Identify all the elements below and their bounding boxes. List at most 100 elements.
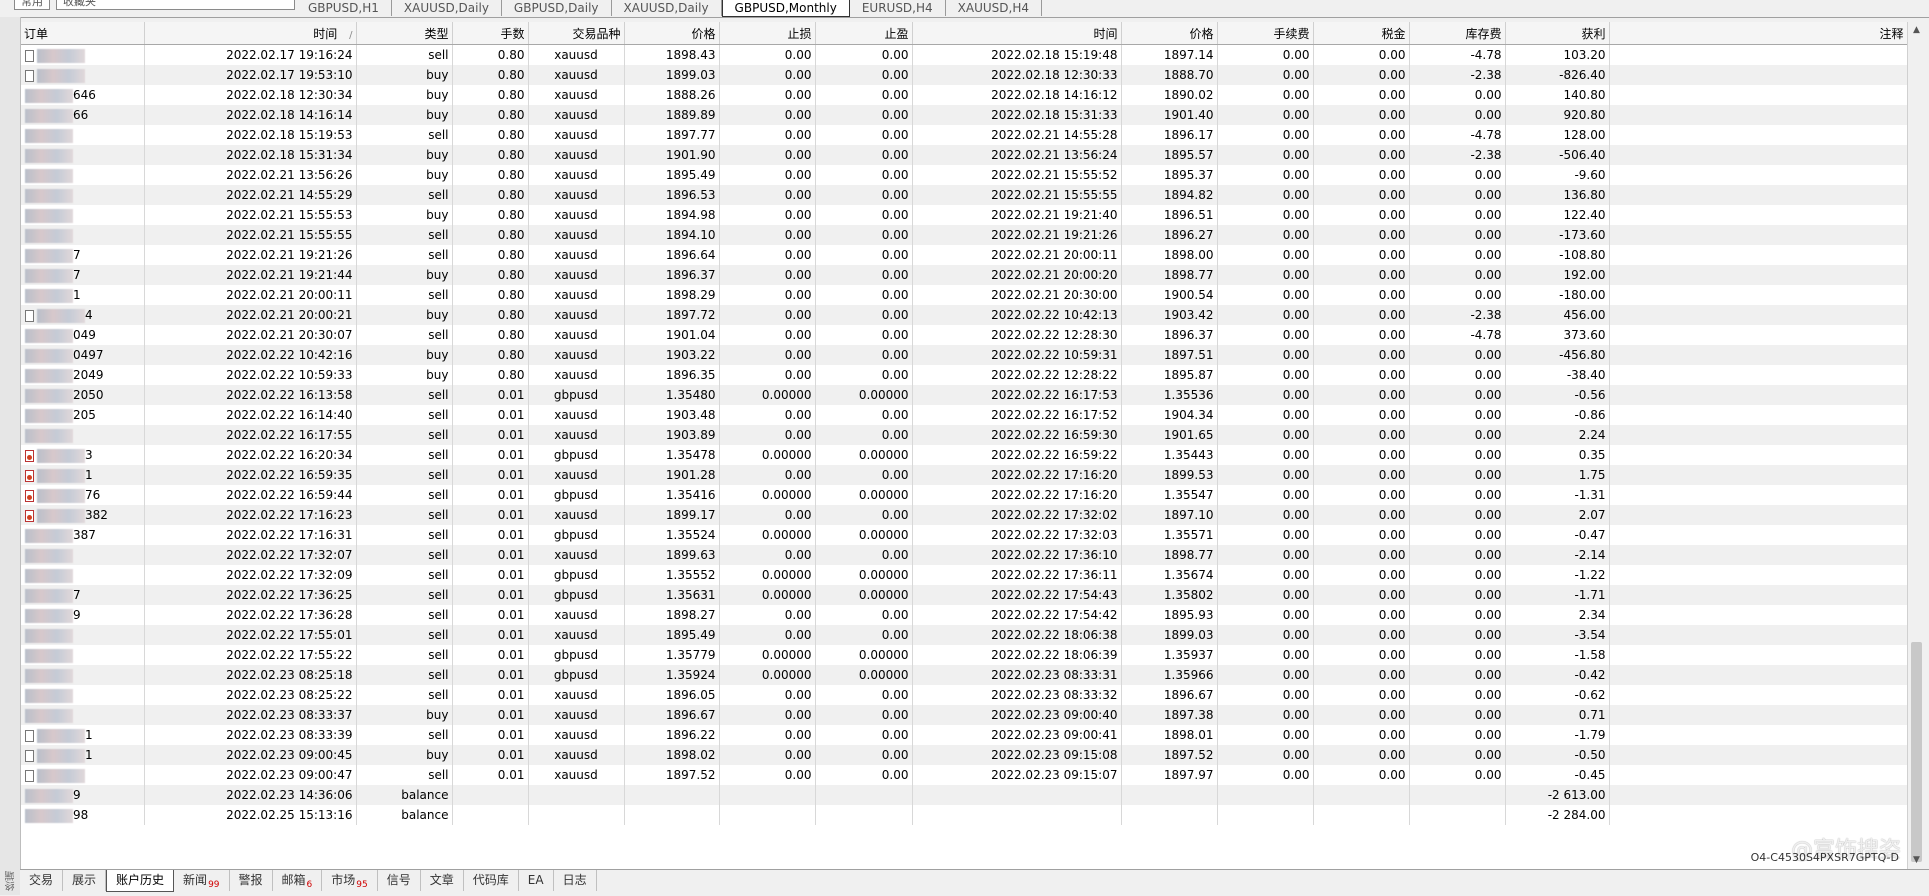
table-row[interactable]: 2050 2022.02.22 16:13:58 sell 0.01 gbpusd 1.3… xyxy=(21,385,1907,405)
table-row[interactable]: 2022.02.22 17:32:07 sell 0.01 xauusd 1899.63… xyxy=(21,545,1907,565)
vertical-scrollbar[interactable]: ▲ ▼ xyxy=(1907,22,1925,869)
col-stop-loss[interactable]: 止损 xyxy=(719,22,816,45)
chart-tab[interactable]: XAUUSD,Daily xyxy=(392,0,502,16)
col-taxes[interactable]: 税金 xyxy=(1313,22,1410,45)
lots-cell: 0.80 xyxy=(452,345,529,365)
table-row[interactable]: 1 2022.02.22 16:59:35 sell 0.01 xauusd 1901.2… xyxy=(21,465,1907,485)
col-symbol[interactable]: 交易品种 xyxy=(528,22,625,45)
redacted-order-number xyxy=(37,488,85,503)
col-open-time[interactable]: 时间 / xyxy=(144,22,357,45)
price-cell: 1897.52 xyxy=(624,765,720,785)
chart-tab[interactable]: GBPUSD,Daily xyxy=(502,0,612,16)
table-row[interactable]: 2022.02.22 16:17:55 sell 0.01 xauusd 1903.89… xyxy=(21,425,1907,445)
bottom-tab[interactable]: 文章 xyxy=(421,870,464,891)
price-cell: 1894.98 xyxy=(624,205,720,225)
bottom-tab[interactable]: 代码库 xyxy=(464,870,519,891)
col-close-price[interactable]: 价格 xyxy=(1121,22,1218,45)
col-close-time[interactable]: 时间 xyxy=(912,22,1122,45)
bottom-tab[interactable]: 交易 xyxy=(20,870,64,891)
table-row[interactable]: 7 2022.02.21 19:21:44 buy 0.80 xauusd 1896.37… xyxy=(21,265,1907,285)
bottom-tab[interactable]: 账户历史 xyxy=(106,870,175,892)
table-row[interactable]: 9 2022.02.22 17:36:28 sell 0.01 xauusd 1898.2… xyxy=(21,605,1907,625)
table-row[interactable]: 387 2022.02.22 17:16:31 sell 0.01 gbpusd 1.35… xyxy=(21,525,1907,545)
table-row[interactable]: 4 2022.02.21 20:00:21 buy 0.80 xauusd 1897.72… xyxy=(21,305,1907,325)
stop-loss-cell: 0.00 xyxy=(719,545,816,565)
col-lots[interactable]: 手数 xyxy=(452,22,529,45)
close-price-cell: 1896.67 xyxy=(1121,685,1218,705)
table-row[interactable]: 2022.02.18 15:19:53 sell 0.80 xauusd 1897.77… xyxy=(21,125,1907,145)
table-row[interactable]: 2022.02.22 17:55:01 sell 0.01 xauusd 1895.49… xyxy=(21,625,1907,645)
col-order[interactable]: 订单 xyxy=(21,22,145,45)
bottom-tab[interactable]: 展示 xyxy=(63,870,107,891)
close-price-cell: 1894.82 xyxy=(1121,185,1218,205)
scroll-down-icon[interactable]: ▼ xyxy=(1908,852,1925,869)
chart-tab[interactable]: EURUSD,H4 xyxy=(850,0,946,16)
bottom-tab[interactable]: 警报 xyxy=(230,870,273,891)
table-row[interactable]: 76 2022.02.22 16:59:44 sell 0.01 gbpusd 1.354… xyxy=(21,485,1907,505)
symbol-cell: xauusd xyxy=(528,105,625,125)
col-take-profit[interactable]: 止盈 xyxy=(815,22,913,45)
table-row[interactable]: 7 2022.02.22 17:36:25 sell 0.01 gbpusd 1.3563… xyxy=(21,585,1907,605)
table-row[interactable]: 1 2022.02.23 09:00:45 buy 0.01 xauusd 1898.02… xyxy=(21,745,1907,765)
table-row[interactable]: 98 2022.02.25 15:13:16 balance -2 284.00 xyxy=(21,805,1907,825)
table-row[interactable]: 2022.02.23 08:25:22 sell 0.01 xauusd 1896.05… xyxy=(21,685,1907,705)
table-row[interactable]: 2022.02.21 15:55:55 sell 0.80 xauusd 1894.10… xyxy=(21,225,1907,245)
bottom-tab[interactable]: 信号 xyxy=(378,870,421,891)
table-row[interactable]: 9 2022.02.23 14:36:06 balance -2 613.00 xyxy=(21,785,1907,805)
close-price-cell: 1888.70 xyxy=(1121,65,1218,85)
stop-loss-cell: 0.00 xyxy=(719,725,816,745)
table-row[interactable]: 0497 2022.02.22 10:42:16 buy 0.80 xauusd 1903… xyxy=(21,345,1907,365)
table-row[interactable]: 2022.02.17 19:16:24 sell 0.80 xauusd 1898.43… xyxy=(21,44,1907,65)
table-row[interactable]: 2022.02.23 09:00:47 sell 0.01 xauusd 1897.52… xyxy=(21,765,1907,785)
col-price[interactable]: 价格 xyxy=(624,22,720,45)
scroll-up-icon[interactable]: ▲ xyxy=(1908,22,1925,39)
bottom-tab-label: 邮箱 xyxy=(281,873,306,887)
table-row[interactable]: 2022.02.21 15:55:53 buy 0.80 xauusd 1894.98 0… xyxy=(21,205,1907,225)
bottom-tab[interactable]: 日志 xyxy=(554,870,597,891)
taxes-cell: 0.00 xyxy=(1313,65,1410,85)
table-row[interactable]: 2022.02.21 13:56:26 buy 0.80 xauusd 1895.49 0… xyxy=(21,165,1907,185)
bottom-tab[interactable]: EA xyxy=(519,870,554,891)
table-row[interactable]: 382 2022.02.22 17:16:23 sell 0.01 xauusd 1899… xyxy=(21,505,1907,525)
table-row[interactable]: 2022.02.23 08:25:18 sell 0.01 gbpusd 1.35924… xyxy=(21,665,1907,685)
table-row[interactable]: 049 2022.02.21 20:30:07 sell 0.80 xauusd 1901… xyxy=(21,325,1907,345)
bottom-tab[interactable]: 市场95 xyxy=(322,870,378,891)
close-price-cell: 1890.02 xyxy=(1121,85,1218,105)
chart-tab[interactable]: GBPUSD,Monthly xyxy=(721,0,850,17)
chart-tab[interactable]: XAUUSD,Daily xyxy=(612,0,722,16)
col-swap[interactable]: 库存费 xyxy=(1409,22,1506,45)
table-row[interactable]: 2049 2022.02.22 10:59:33 buy 0.80 xauusd 1896… xyxy=(21,365,1907,385)
table-row[interactable]: 2022.02.22 17:32:09 sell 0.01 gbpusd 1.35552… xyxy=(21,565,1907,585)
taxes-cell: 0.00 xyxy=(1313,385,1410,405)
table-row[interactable]: 3 2022.02.22 16:20:34 sell 0.01 gbpusd 1.3547… xyxy=(21,445,1907,465)
scroll-thumb[interactable] xyxy=(1911,642,1922,862)
table-row[interactable]: 646 2022.02.18 12:30:34 buy 0.80 xauusd 1888.… xyxy=(21,85,1907,105)
table-row[interactable]: 2022.02.17 19:53:10 buy 0.80 xauusd 1899.03 0… xyxy=(21,65,1907,85)
table-row[interactable]: 2022.02.22 17:55:22 sell 0.01 gbpusd 1.35779… xyxy=(21,645,1907,665)
take-profit-cell: 0.00 xyxy=(815,345,913,365)
table-row[interactable]: 2022.02.23 08:33:37 buy 0.01 xauusd 1896.67 0… xyxy=(21,705,1907,725)
table-row[interactable]: 1 2022.02.21 20:00:11 sell 0.80 xauusd 1898.2… xyxy=(21,285,1907,305)
lots-cell: 0.01 xyxy=(452,705,529,725)
table-row[interactable]: 205 2022.02.22 16:14:40 sell 0.01 xauusd 1903… xyxy=(21,405,1907,425)
table-row[interactable]: 2022.02.18 15:31:34 buy 0.80 xauusd 1901.90 0… xyxy=(21,145,1907,165)
table-row[interactable]: 2022.02.21 14:55:29 sell 0.80 xauusd 1896.53… xyxy=(21,185,1907,205)
bottom-tab[interactable]: 新闻99 xyxy=(174,870,230,891)
tab-favorites[interactable]: 收藏夹 xyxy=(56,0,295,10)
table-row[interactable]: 7 2022.02.21 19:21:26 sell 0.80 xauusd 1896.6… xyxy=(21,245,1907,265)
table-row[interactable]: 1 2022.02.23 08:33:39 sell 0.01 xauusd 1896.2… xyxy=(21,725,1907,745)
type-cell: sell xyxy=(356,725,453,745)
bottom-tab-label: 市场 xyxy=(331,873,356,887)
order-cell: 646 xyxy=(21,85,145,105)
col-type[interactable]: 类型 xyxy=(356,22,453,45)
bottom-tab[interactable]: 邮箱6 xyxy=(273,870,323,891)
chart-tab[interactable]: GBPUSD,H1 xyxy=(296,0,392,16)
tab-common[interactable]: 常用 xyxy=(14,0,50,10)
chart-tab[interactable]: XAUUSD,H4 xyxy=(946,0,1042,16)
table-row[interactable]: 66 2022.02.18 14:16:14 buy 0.80 xauusd 1889.8… xyxy=(21,105,1907,125)
col-commission[interactable]: 手续费 xyxy=(1217,22,1314,45)
lots-cell xyxy=(452,785,529,805)
col-profit[interactable]: 获利 xyxy=(1505,22,1610,45)
symbol-cell: xauusd xyxy=(528,405,625,425)
col-comment[interactable]: 注释 xyxy=(1609,22,1907,45)
